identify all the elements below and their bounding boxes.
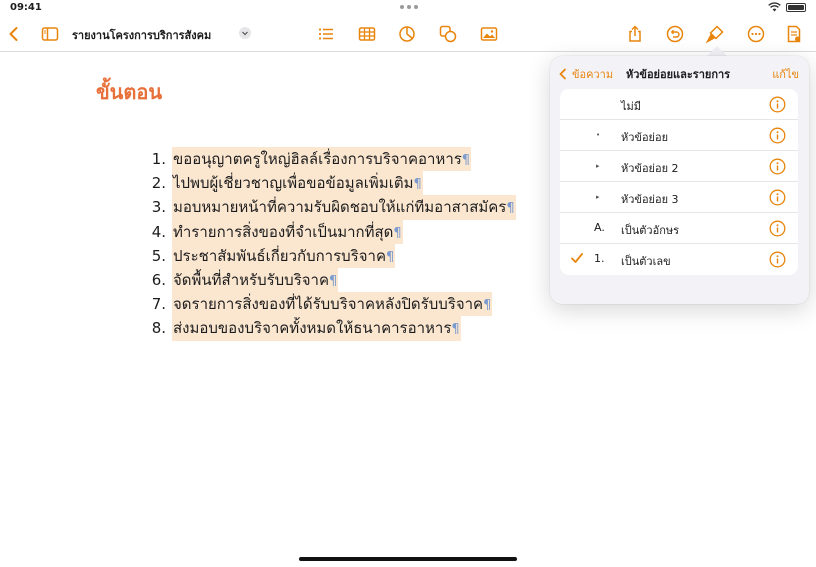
pilcrow-mark: ¶: [386, 249, 395, 265]
bullets-and-lists-popover: ข้อความ หัวข้อย่อยและรายการ แก้ไข ไม่มี •…: [550, 56, 809, 304]
list-style-label: หัวข้อย่อย 3: [621, 193, 679, 206]
list-item-text[interactable]: ทำรายการสิ่งของที่จำเป็นมากที่สุด¶: [172, 219, 403, 244]
popover-title: หัวข้อย่อยและรายการ: [626, 68, 731, 81]
list-style-marker: ▸: [596, 162, 600, 170]
list-item-number: 1.: [151, 150, 166, 168]
list-item[interactable]: 1. ขออนุญาตครูใหญ่ฮิลล์เรื่องการบริจาคอาห…: [136, 147, 516, 172]
status-indicators: [768, 2, 806, 12]
list-item-text[interactable]: ส่งมอบของบริจาคทั้งหมดให้ธนาคารอาหาร¶: [172, 316, 461, 341]
list-style-option[interactable]: • หัวข้อย่อย: [560, 120, 798, 151]
pilcrow-mark: ¶: [393, 225, 402, 241]
pilcrow-mark: ¶: [451, 322, 460, 338]
list-item[interactable]: 4. ทำรายการสิ่งของที่จำเป็นมากที่สุด¶: [136, 219, 516, 244]
info-icon[interactable]: [769, 158, 786, 175]
list-item-number: 3.: [151, 198, 166, 217]
list-item-number: 4.: [151, 222, 166, 241]
document-options-icon[interactable]: [784, 24, 804, 44]
list-style-marker: ▸: [596, 193, 600, 201]
list-style-label: ไม่มี: [621, 100, 642, 113]
list-style-options: ไม่มี • หัวข้อย่อย ▸ หัวข้อย่อย 2 ▸ หัวข้อย่อย…: [560, 89, 798, 275]
share-icon[interactable]: [625, 24, 645, 44]
list-item-label: จดรายการสิ่งของที่ได้รับบริจาคหลังปิดรับ…: [173, 295, 484, 314]
format-brush-icon[interactable]: [705, 24, 725, 44]
list-item-number: 6.: [151, 270, 166, 289]
home-indicator[interactable]: [299, 557, 517, 561]
list-item[interactable]: 2. ไปพบผู้เชี่ยวชาญเพื่อขอข้อมูลเพิ่มเติม…: [136, 171, 516, 196]
list-style-marker: •: [596, 131, 601, 139]
popover-back-button[interactable]: ข้อความ: [558, 65, 613, 83]
list-item[interactable]: 3. มอบหมายหน้าที่ความรับผิดชอบให้แก่ทีมอา…: [136, 195, 516, 220]
popover-arrow: [707, 46, 727, 56]
battery-icon: [786, 2, 806, 12]
status-bar: 09:41: [0, 0, 816, 16]
list-item-number: 8.: [151, 319, 166, 338]
pilcrow-mark: ¶: [461, 153, 471, 168]
list-style-option[interactable]: ไม่มี: [560, 89, 798, 120]
list-style-marker: 1.: [594, 252, 605, 265]
pilcrow-mark: ¶: [329, 273, 338, 289]
list-item[interactable]: 7. จดรายการสิ่งของที่ได้รับบริจาคหลังปิดร…: [136, 292, 516, 317]
chart-icon[interactable]: [397, 24, 417, 44]
back-chevron-icon[interactable]: [4, 24, 24, 44]
list-style-marker: A.: [594, 221, 605, 234]
numbered-list[interactable]: 1. ขออนุญาตครูใหญ่ฮิลล์เรื่องการบริจาคอาห…: [136, 147, 516, 341]
pilcrow-mark: ¶: [483, 298, 492, 314]
pilcrow-mark: ¶: [413, 177, 422, 193]
info-icon[interactable]: [769, 220, 786, 237]
info-icon[interactable]: [769, 127, 786, 144]
multitasking-dots-icon[interactable]: [400, 5, 418, 9]
section-heading[interactable]: ขั้นตอน: [96, 76, 162, 108]
shapes-icon[interactable]: [438, 24, 458, 44]
list-item[interactable]: 6. จัดพื้นที่สำหรับรับบริจาค¶: [136, 267, 516, 293]
status-time: 09:41: [10, 2, 42, 13]
list-style-label: หัวข้อย่อย 2: [621, 162, 679, 175]
list-item-label: จัดพื้นที่สำหรับรับบริจาค: [173, 270, 330, 289]
popover-edit-button[interactable]: แก้ไข: [772, 65, 799, 83]
list-style-label: หัวข้อย่อย: [621, 131, 669, 144]
list-style-option[interactable]: 1. เป็นตัวเลข: [560, 244, 798, 275]
list-style-option[interactable]: ▸ หัวข้อย่อย 3: [560, 182, 798, 213]
list-item-label: ส่งมอบของบริจาคทั้งหมดให้ธนาคารอาหาร: [173, 319, 452, 338]
list-style-option[interactable]: A. เป็นตัวอักษร: [560, 213, 798, 244]
list-item-number: 5.: [151, 246, 166, 265]
wifi-icon: [768, 2, 781, 12]
checkmark-icon: [571, 253, 583, 263]
popover-back-label: ข้อความ: [572, 68, 614, 81]
list-icon[interactable]: [316, 24, 336, 44]
info-icon[interactable]: [769, 96, 786, 113]
title-menu-chevron-icon[interactable]: [239, 27, 251, 39]
pilcrow-mark: ¶: [506, 201, 515, 217]
list-item[interactable]: 5. ประชาสัมพันธ์เกี่ยวกับการบริจาค¶: [136, 243, 516, 268]
list-item-label: มอบหมายหน้าที่ความรับผิดชอบให้แก่ทีมอาสา…: [173, 198, 507, 217]
list-style-label: เป็นตัวเลข: [621, 255, 671, 268]
popover-header: ข้อความ หัวข้อย่อยและรายการ แก้ไข: [550, 56, 809, 88]
table-icon[interactable]: [357, 24, 377, 44]
more-icon[interactable]: [746, 24, 766, 44]
list-item-label: ทำรายการสิ่งของที่จำเป็นมากที่สุด: [173, 222, 394, 241]
list-item[interactable]: 8. ส่งมอบของบริจาคทั้งหมดให้ธนาคารอาหาร¶: [136, 316, 516, 341]
back-chevron-icon: [559, 68, 566, 80]
document-title[interactable]: รายงานโครงการบริการสังคม: [72, 26, 211, 44]
list-item-text[interactable]: จดรายการสิ่งของที่ได้รับบริจาคหลังปิดรับ…: [172, 292, 493, 317]
media-icon[interactable]: [479, 24, 499, 44]
list-item-text[interactable]: ไปพบผู้เชี่ยวชาญเพื่อขอข้อมูลเพิ่มเติม¶: [172, 171, 423, 196]
list-item-number: 2.: [151, 174, 166, 193]
list-item-text[interactable]: มอบหมายหน้าที่ความรับผิดชอบให้แก่ทีมอาสา…: [172, 195, 516, 220]
list-item-text[interactable]: ประชาสัมพันธ์เกี่ยวกับการบริจาค¶: [172, 243, 396, 268]
list-item-text[interactable]: ขออนุญาตครูใหญ่ฮิลล์เรื่องการบริจาคอาหาร…: [172, 147, 472, 172]
info-icon[interactable]: [769, 251, 786, 268]
list-item-number: 7.: [151, 295, 166, 314]
sidebar-icon[interactable]: [40, 24, 60, 44]
list-item-label: ไปพบผู้เชี่ยวชาญเพื่อขอข้อมูลเพิ่มเติม: [173, 174, 414, 193]
undo-icon[interactable]: [665, 24, 685, 44]
list-item-text[interactable]: จัดพื้นที่สำหรับรับบริจาค¶: [172, 267, 339, 293]
info-icon[interactable]: [769, 189, 786, 206]
toolbar: รายงานโครงการบริการสังคม: [0, 16, 816, 52]
list-item-label: ขออนุญาตครูใหญ่ฮิลล์เรื่องการบริจาคอาหาร: [173, 150, 462, 168]
list-style-option[interactable]: ▸ หัวข้อย่อย 2: [560, 151, 798, 182]
list-item-label: ประชาสัมพันธ์เกี่ยวกับการบริจาค: [173, 246, 386, 265]
list-style-label: เป็นตัวอักษร: [621, 224, 680, 237]
